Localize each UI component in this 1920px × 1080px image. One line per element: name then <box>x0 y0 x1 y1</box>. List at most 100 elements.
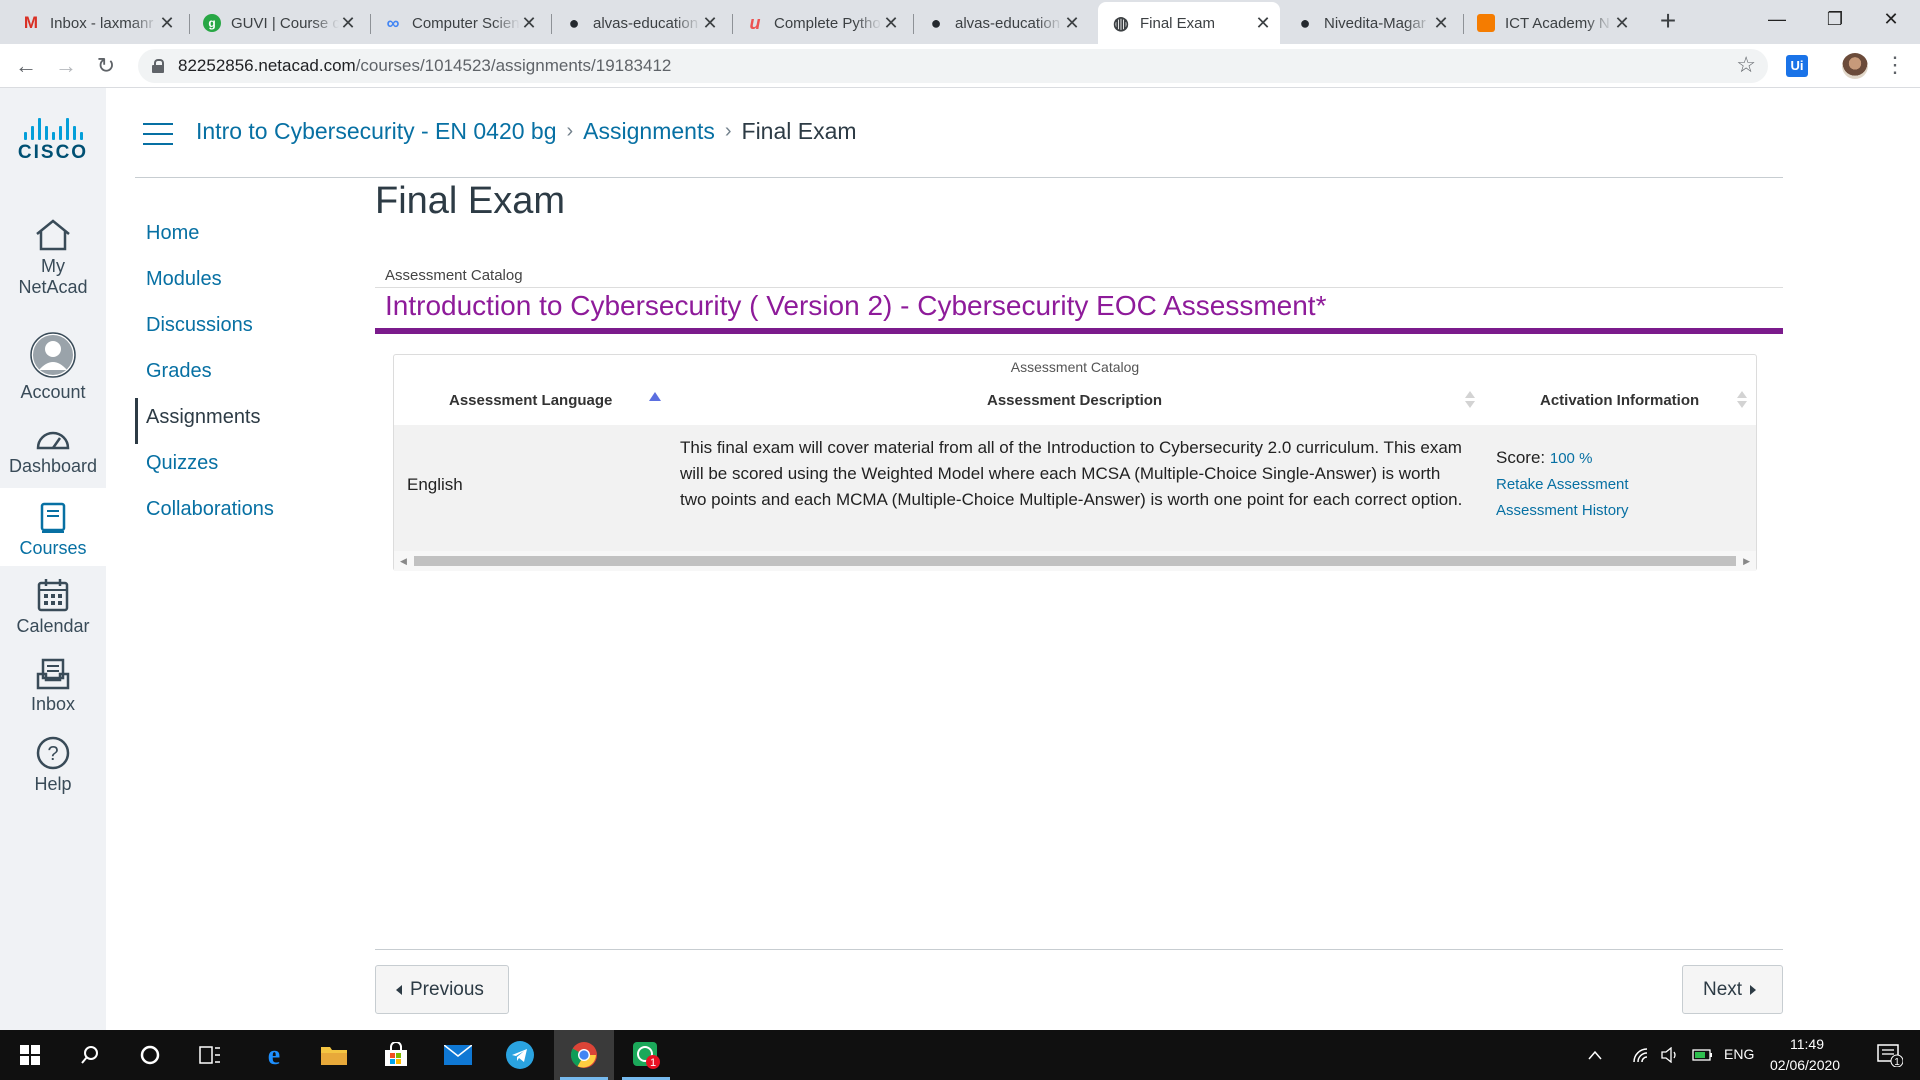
reload-icon[interactable]: ↻ <box>90 50 122 82</box>
notification-count: 1 <box>1894 1057 1900 1067</box>
sort-ascending-icon[interactable] <box>649 392 661 401</box>
profile-avatar[interactable] <box>1842 53 1868 79</box>
browser-tab[interactable]: ● Nivedita-Magar ✕ <box>1282 2 1458 44</box>
chevron-up-icon[interactable] <box>1580 1030 1610 1080</box>
close-icon[interactable]: ✕ <box>339 13 357 34</box>
hamburger-menu-icon[interactable] <box>143 123 173 145</box>
column-header-description[interactable]: Assessment Description <box>987 392 1162 409</box>
course-nav-grades[interactable]: Grades <box>135 352 335 398</box>
bookmark-star-icon[interactable]: ☆ <box>1736 52 1756 78</box>
clock-time[interactable]: 11:49 <box>1790 1036 1824 1052</box>
column-header-activation[interactable]: Activation Information <box>1540 392 1699 409</box>
close-icon[interactable]: ✕ <box>1613 13 1631 34</box>
browser-tab-active[interactable]: ◍ Final Exam ✕ <box>1098 2 1280 44</box>
gnav-my-netacad[interactable]: My NetAcad <box>0 218 106 298</box>
clock-date[interactable]: 02/06/2020 <box>1770 1057 1840 1073</box>
action-center-icon[interactable]: 1 <box>1860 1030 1920 1080</box>
gnav-label: Courses <box>19 538 87 558</box>
extension-ui-icon[interactable]: Ui <box>1786 55 1808 77</box>
retake-assessment-link[interactable]: Retake Assessment <box>1496 472 1629 498</box>
windows-start-icon[interactable] <box>0 1030 60 1080</box>
browser-tab[interactable]: ● alvas-education ✕ <box>551 2 727 44</box>
close-icon[interactable]: ✕ <box>158 13 176 34</box>
github-icon: ● <box>568 12 580 33</box>
page-title: Final Exam <box>375 180 566 222</box>
telegram-icon[interactable] <box>490 1030 550 1080</box>
close-icon[interactable]: ✕ <box>882 13 900 34</box>
gnav-inbox[interactable]: Inbox <box>0 658 106 715</box>
close-icon[interactable]: ✕ <box>1254 13 1272 34</box>
browser-tab[interactable]: u Complete Pytho ✕ <box>732 2 908 44</box>
catalog-label: Assessment Catalog <box>385 267 523 284</box>
cortana-icon[interactable] <box>120 1030 180 1080</box>
gnav-calendar[interactable]: Calendar <box>0 578 106 637</box>
browser-tab[interactable]: M Inbox - laxmanr ✕ <box>8 2 184 44</box>
gnav-label: NetAcad <box>18 277 88 297</box>
url-text: 82252856.netacad.com/courses/1014523/ass… <box>178 56 672 75</box>
course-nav-collaborations[interactable]: Collaborations <box>135 490 335 536</box>
course-nav-discussions[interactable]: Discussions <box>135 306 335 352</box>
close-icon[interactable]: ✕ <box>1432 13 1450 34</box>
gnav-courses[interactable]: Courses <box>0 488 106 566</box>
mail-icon[interactable] <box>428 1030 488 1080</box>
calendar-icon <box>37 579 69 612</box>
ictacademy-icon: ▬ <box>1477 14 1495 32</box>
horizontal-scrollbar[interactable]: ◀ ▶ <box>394 551 1756 571</box>
volume-icon[interactable] <box>1656 1030 1686 1080</box>
chrome-icon[interactable] <box>554 1030 614 1080</box>
back-arrow-icon[interactable]: ← <box>10 50 42 82</box>
globe-icon: ◍ <box>1113 12 1129 33</box>
wifi-icon[interactable] <box>1626 1030 1656 1080</box>
task-view-icon[interactable] <box>180 1030 240 1080</box>
account-icon <box>30 332 76 378</box>
minimize-icon[interactable]: — <box>1748 0 1806 40</box>
search-icon[interactable] <box>60 1030 120 1080</box>
gnav-label: Calendar <box>16 616 90 636</box>
gnav-help[interactable]: ? Help <box>0 736 106 795</box>
cisco-logo[interactable]: CISCO <box>10 118 96 164</box>
scroll-right-arrow-icon[interactable]: ▶ <box>1743 556 1750 567</box>
breadcrumb-course-link[interactable]: Intro to Cybersecurity - EN 0420 bg <box>196 118 557 145</box>
sort-icon[interactable] <box>1465 391 1475 409</box>
forward-arrow-icon[interactable]: → <box>50 50 82 82</box>
whatsapp-icon[interactable]: 1 <box>616 1030 676 1080</box>
browser-tab[interactable]: ● alvas-education ✕ <box>913 2 1089 44</box>
next-button[interactable]: Next <box>1682 965 1783 1014</box>
gnav-dashboard[interactable]: Dashboard <box>0 426 106 477</box>
sort-icon[interactable] <box>1737 391 1747 409</box>
browser-tab[interactable]: ∞ Computer Scien ✕ <box>370 2 546 44</box>
breadcrumb-separator: › <box>724 120 732 142</box>
course-nav-modules[interactable]: Modules <box>135 260 335 306</box>
global-navigation: CISCO My NetAcad Account Dashboard Cours… <box>0 88 106 1030</box>
udemy-icon: u <box>749 12 761 33</box>
close-icon[interactable]: ✕ <box>1063 13 1081 34</box>
course-nav-home[interactable]: Home <box>135 214 335 260</box>
edge-icon[interactable]: e <box>244 1030 304 1080</box>
score-value: 100 % <box>1549 450 1593 467</box>
browser-tab[interactable]: ▬ ICT Academy N ✕ <box>1463 2 1639 44</box>
close-window-icon[interactable]: ✕ <box>1862 0 1920 40</box>
more-menu-icon[interactable]: ⋮ <box>1884 52 1906 78</box>
file-explorer-icon[interactable] <box>304 1030 364 1080</box>
gnav-account[interactable]: Account <box>0 332 106 403</box>
address-bar[interactable]: 82252856.netacad.com/courses/1014523/ass… <box>138 49 1768 83</box>
assessment-history-link[interactable]: Assessment History <box>1496 498 1629 524</box>
course-nav-quizzes[interactable]: Quizzes <box>135 444 335 490</box>
new-tab-button[interactable]: + <box>1652 6 1684 38</box>
language-indicator[interactable]: ENG <box>1724 1046 1754 1062</box>
restore-icon[interactable]: ❐ <box>1806 0 1864 40</box>
breadcrumb-assignments-link[interactable]: Assignments <box>583 118 715 145</box>
course-nav-assignments[interactable]: Assignments <box>135 398 335 444</box>
column-header-language[interactable]: Assessment Language <box>449 392 612 409</box>
close-icon[interactable]: ✕ <box>701 13 719 34</box>
close-icon[interactable]: ✕ <box>520 13 538 34</box>
store-icon[interactable] <box>366 1030 426 1080</box>
scrollbar-thumb[interactable] <box>414 556 1736 566</box>
inbox-icon <box>36 658 70 690</box>
browser-tab[interactable]: g GUVI | Course c ✕ <box>189 2 365 44</box>
next-label: Next <box>1703 978 1743 1000</box>
scroll-left-arrow-icon[interactable]: ◀ <box>400 556 407 567</box>
link-icon: ∞ <box>386 12 400 33</box>
battery-icon[interactable] <box>1688 1030 1718 1080</box>
previous-button[interactable]: Previous <box>375 965 509 1014</box>
